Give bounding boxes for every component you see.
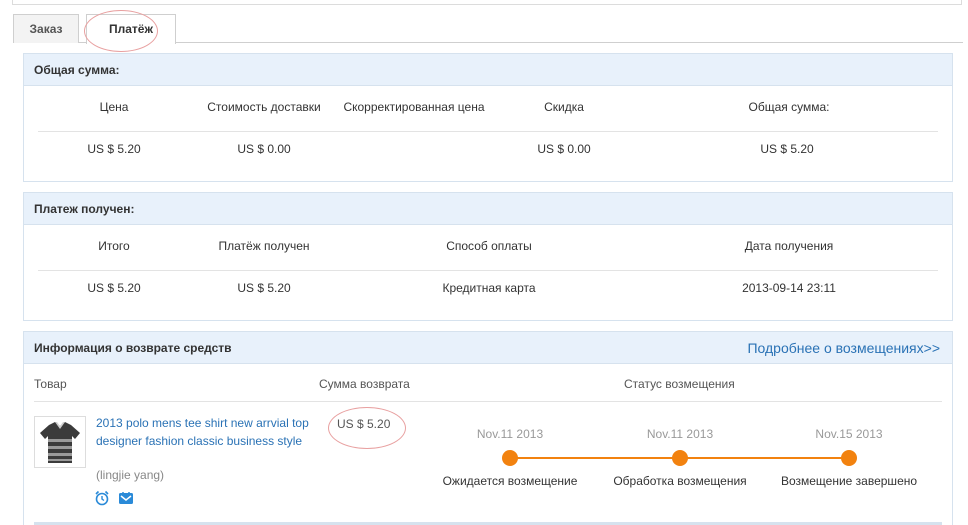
polo-shirt-image	[40, 422, 80, 463]
refund-details-link[interactable]: Подробнее о возмещениях>>	[747, 332, 940, 364]
step2-dot	[672, 450, 688, 466]
header-total: Общая сумма:	[748, 100, 830, 114]
refund-amount: US $ 5.20	[337, 417, 391, 431]
header-payment-method: Способ оплаты	[446, 239, 532, 253]
header-subtotal: Итого	[98, 239, 130, 253]
tab-order[interactable]: Заказ	[13, 14, 79, 43]
divider	[38, 270, 938, 271]
step1-dot	[502, 450, 518, 466]
step1-label: Ожидается возмещение	[442, 474, 578, 488]
step3-date: Nov.15 2013	[815, 427, 883, 441]
product-thumbnail[interactable]	[34, 416, 86, 468]
header-payment-received: Платёж получен	[218, 239, 310, 253]
divider	[38, 131, 938, 132]
value-total: US $ 5.20	[760, 142, 814, 156]
refund-title-text: Информация о возврате средств	[34, 341, 232, 355]
value-payment-method: Кредитная карта	[442, 281, 536, 295]
alarm-clock-icon[interactable]	[94, 490, 110, 506]
seller-name: (lingjie yang)	[96, 468, 165, 482]
value-discount: US $ 0.00	[537, 142, 591, 156]
header-discount: Скидка	[544, 100, 584, 114]
product-title-link[interactable]: 2013 polo mens tee shirt new arrvial top…	[96, 414, 311, 450]
top-frame	[12, 0, 962, 5]
header-price: Цена	[99, 100, 129, 114]
payment-panel: Платеж получен: Итого Платёж получен Спо…	[23, 192, 953, 321]
divider	[34, 401, 942, 402]
refund-panel: Информация о возврате средств Подробнее …	[23, 331, 953, 525]
col-status-header: Статус возмещения	[624, 377, 735, 391]
total-panel-title: Общая сумма:	[24, 54, 952, 86]
value-payment-received: US $ 5.20	[237, 281, 291, 295]
step3-label: Возмещение завершено	[780, 474, 918, 488]
message-icon[interactable]	[118, 490, 134, 506]
col-product-header: Товар	[34, 377, 67, 391]
refund-panel-title: Информация о возврате средств Подробнее …	[24, 332, 952, 364]
value-price: US $ 5.20	[87, 142, 141, 156]
total-panel: Общая сумма: Цена Стоимость доставки Ско…	[23, 53, 953, 182]
col-amount-header: Сумма возврата	[319, 377, 410, 391]
step2-label: Обработка возмещения	[613, 474, 747, 488]
step2-date: Nov.11 2013	[646, 427, 714, 441]
value-shipping: US $ 0.00	[237, 142, 291, 156]
tab-bar: Заказ Платёж	[13, 14, 963, 44]
value-subtotal: US $ 5.20	[87, 281, 141, 295]
header-adjusted-price: Скорректированная цена	[343, 100, 485, 114]
header-shipping: Стоимость доставки	[207, 100, 321, 114]
step1-date: Nov.11 2013	[476, 427, 544, 441]
step3-dot	[841, 450, 857, 466]
payment-panel-title: Платеж получен:	[24, 193, 952, 225]
value-receipt-date: 2013-09-14 23:11	[742, 281, 836, 295]
tab-payment[interactable]: Платёж	[86, 14, 176, 44]
header-receipt-date: Дата получения	[744, 239, 834, 253]
